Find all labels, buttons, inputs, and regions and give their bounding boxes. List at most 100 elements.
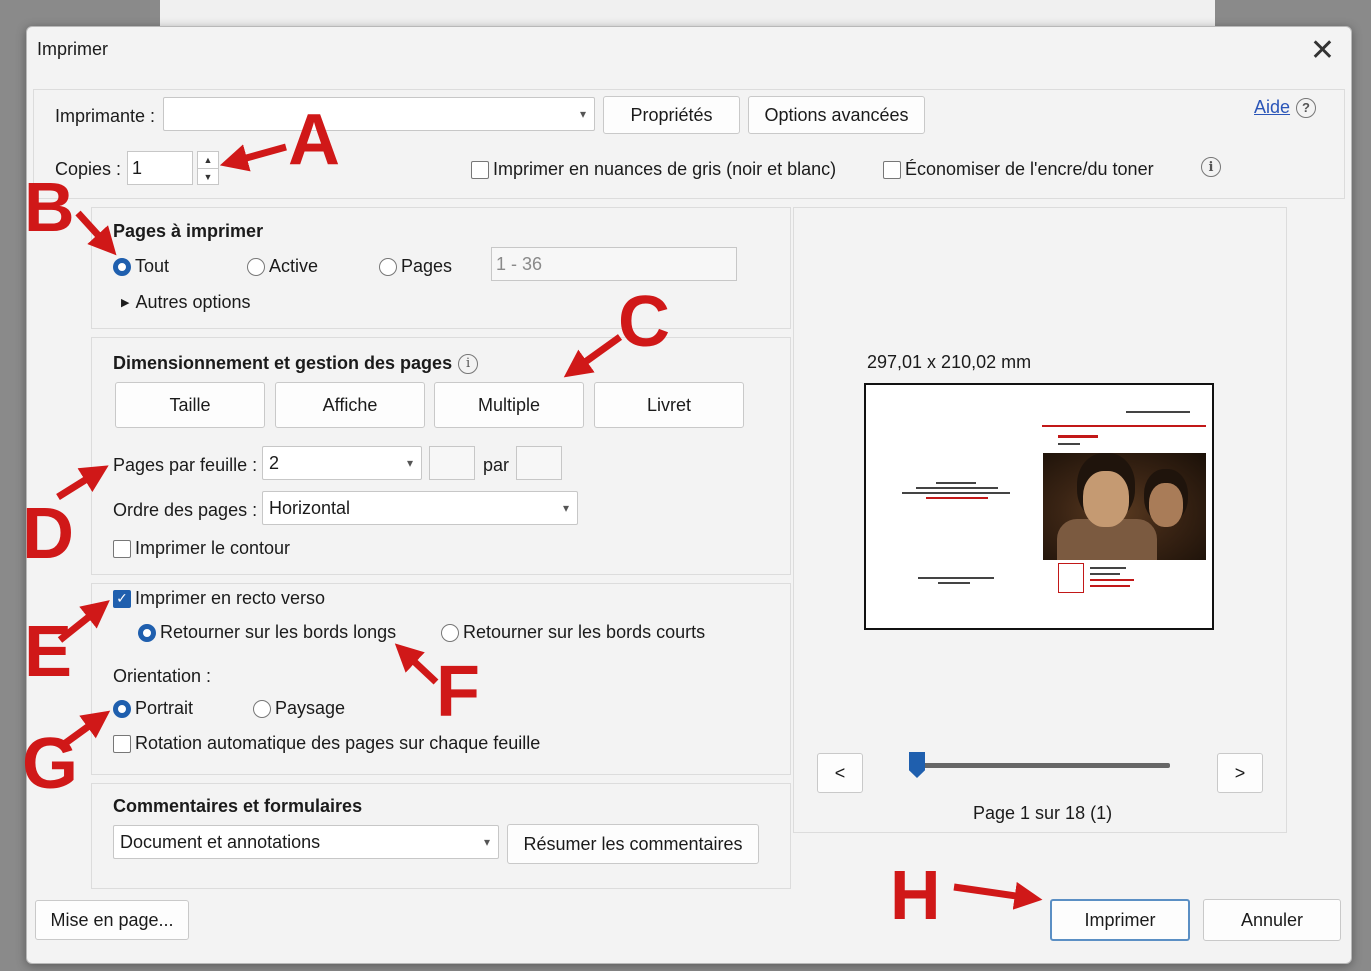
page-order-select[interactable]: Horizontal ▾ <box>262 491 578 525</box>
previous-page-button[interactable]: < <box>817 753 863 793</box>
radio-pages[interactable]: Pages <box>379 256 452 277</box>
advanced-options-button[interactable]: Options avancées <box>748 96 925 134</box>
radio-active-label: Active <box>269 256 319 276</box>
radio-portrait-dot[interactable] <box>113 699 131 718</box>
page-order-value: Horizontal <box>269 497 351 518</box>
radio-active[interactable]: Active <box>247 256 318 277</box>
radio-portrait[interactable]: Portrait <box>113 698 193 719</box>
page-status: Page 1 sur 18 (1) <box>973 803 1113 823</box>
radio-portrait-label: Portrait <box>135 698 194 718</box>
annotation-e: E <box>24 612 73 692</box>
preview-red-text <box>1058 435 1098 438</box>
radio-landscape-label: Paysage <box>275 698 346 718</box>
print-border-checkbox[interactable]: Imprimer le contour <box>113 538 290 559</box>
copies-input[interactable]: 1 <box>127 151 193 185</box>
save-ink-checkbox-box[interactable] <box>883 160 901 179</box>
printer-label: Imprimante : <box>55 106 156 126</box>
help-link[interactable]: Aide ? <box>1254 97 1317 118</box>
preview-text-line <box>1058 443 1080 445</box>
pages-per-sheet-select[interactable]: 2 ▾ <box>262 446 422 480</box>
comments-select[interactable]: Document et annotations ▾ <box>113 825 499 859</box>
poster-button[interactable]: Affiche <box>275 382 425 428</box>
stepper-down-icon[interactable]: ▼ <box>198 168 218 184</box>
page-setup-button[interactable]: Mise en page... <box>35 900 189 940</box>
booklet-button[interactable]: Livret <box>594 382 744 428</box>
preview-text-line <box>916 487 998 489</box>
printer-select[interactable]: ▾ <box>163 97 595 131</box>
disclosure-triangle-icon[interactable]: ▶ <box>121 296 129 309</box>
preview-text-line <box>902 492 1010 494</box>
radio-landscape-dot[interactable] <box>253 699 271 718</box>
radio-flip-short-dot[interactable] <box>441 623 459 642</box>
print-border-label: Imprimer le contour <box>135 538 291 558</box>
annotation-g: G <box>22 724 79 804</box>
preview-red-text <box>926 497 988 499</box>
auto-rotate-checkbox-box[interactable] <box>113 734 131 753</box>
duplex-label: Imprimer en recto verso <box>135 588 326 608</box>
save-ink-label: Économiser de l'encre/du toner <box>905 159 1154 179</box>
page-sizing-heading-text: Dimensionnement et gestion des pages <box>113 353 453 373</box>
info-icon[interactable]: i <box>1201 157 1221 177</box>
preview-text-line <box>1090 573 1120 575</box>
comments-select-value: Document et annotations <box>120 831 321 852</box>
preview-text-line <box>936 482 976 484</box>
grayscale-label: Imprimer en nuances de gris (noir et bla… <box>493 159 837 179</box>
more-options-toggle[interactable]: ▶ Autres options <box>121 292 251 313</box>
chevron-down-icon: ▾ <box>579 107 586 121</box>
copies-stepper[interactable]: ▲ ▼ <box>197 151 219 185</box>
grayscale-checkbox[interactable]: Imprimer en nuances de gris (noir et bla… <box>471 159 836 180</box>
chevron-down-icon: ▾ <box>483 835 490 849</box>
annotation-d: D <box>22 494 74 574</box>
auto-rotate-checkbox[interactable]: Rotation automatique des pages sur chaqu… <box>113 733 540 754</box>
orientation-label: Orientation : <box>113 666 212 686</box>
multiple-button[interactable]: Multiple <box>434 382 584 428</box>
help-icon[interactable]: ? <box>1296 97 1317 118</box>
annotation-h: H <box>890 856 941 934</box>
radio-all[interactable]: Tout <box>113 256 169 277</box>
radio-pages-label: Pages <box>401 256 453 276</box>
page-range-input[interactable]: 1 - 36 <box>491 247 737 281</box>
radio-all-dot[interactable] <box>113 257 131 276</box>
pages-per-sheet-label: Pages par feuille : <box>113 455 258 475</box>
preview-red-text <box>1090 579 1134 581</box>
auto-rotate-label: Rotation automatique des pages sur chaqu… <box>135 733 541 753</box>
preview-logo <box>1058 563 1084 593</box>
radio-flip-long-dot[interactable] <box>138 623 156 642</box>
paper-dimensions: 297,01 x 210,02 mm <box>867 352 1032 372</box>
preview-photo-face <box>1083 471 1129 527</box>
radio-flip-long-label: Retourner sur les bords longs <box>160 622 397 642</box>
chevron-down-icon: ▾ <box>406 456 413 470</box>
help-link-text[interactable]: Aide <box>1254 97 1290 118</box>
cancel-button[interactable]: Annuler <box>1203 899 1341 941</box>
radio-active-dot[interactable] <box>247 257 265 276</box>
print-button[interactable]: Imprimer <box>1050 899 1190 941</box>
preview-text-line <box>938 582 970 584</box>
radio-flip-long[interactable]: Retourner sur les bords longs <box>138 622 396 643</box>
annotation-c: C <box>618 282 670 362</box>
next-page-button[interactable]: > <box>1217 753 1263 793</box>
radio-pages-dot[interactable] <box>379 257 397 276</box>
page-slider-track[interactable] <box>918 763 1170 768</box>
radio-landscape[interactable]: Paysage <box>253 698 345 719</box>
comments-heading: Commentaires et formulaires <box>113 796 363 816</box>
print-border-checkbox-box[interactable] <box>113 539 131 558</box>
info-icon[interactable]: i <box>458 353 479 374</box>
properties-button[interactable]: Propriétés <box>603 96 740 134</box>
size-button[interactable]: Taille <box>115 382 265 428</box>
radio-flip-short-label: Retourner sur les bords courts <box>463 622 706 642</box>
preview-photo <box>1043 453 1206 560</box>
duplex-checkbox-box[interactable]: ✓ <box>113 589 131 608</box>
pages-per-sheet-rows[interactable] <box>516 446 562 480</box>
summarize-comments-button[interactable]: Résumer les commentaires <box>507 824 759 864</box>
save-ink-checkbox[interactable]: Économiser de l'encre/du toner <box>883 159 1154 180</box>
page-order-label: Ordre des pages : <box>113 500 258 520</box>
duplex-checkbox[interactable]: ✓ Imprimer en recto verso <box>113 588 325 609</box>
annotation-f: F <box>436 652 480 732</box>
close-icon[interactable]: ✕ <box>1310 33 1335 68</box>
grayscale-checkbox-box[interactable] <box>471 160 489 179</box>
stepper-up-icon[interactable]: ▲ <box>198 152 218 168</box>
radio-flip-short[interactable]: Retourner sur les bords courts <box>441 622 705 643</box>
annotation-b: B <box>24 168 75 246</box>
pages-per-sheet-cols[interactable] <box>429 446 475 480</box>
chevron-down-icon: ▾ <box>562 501 569 515</box>
